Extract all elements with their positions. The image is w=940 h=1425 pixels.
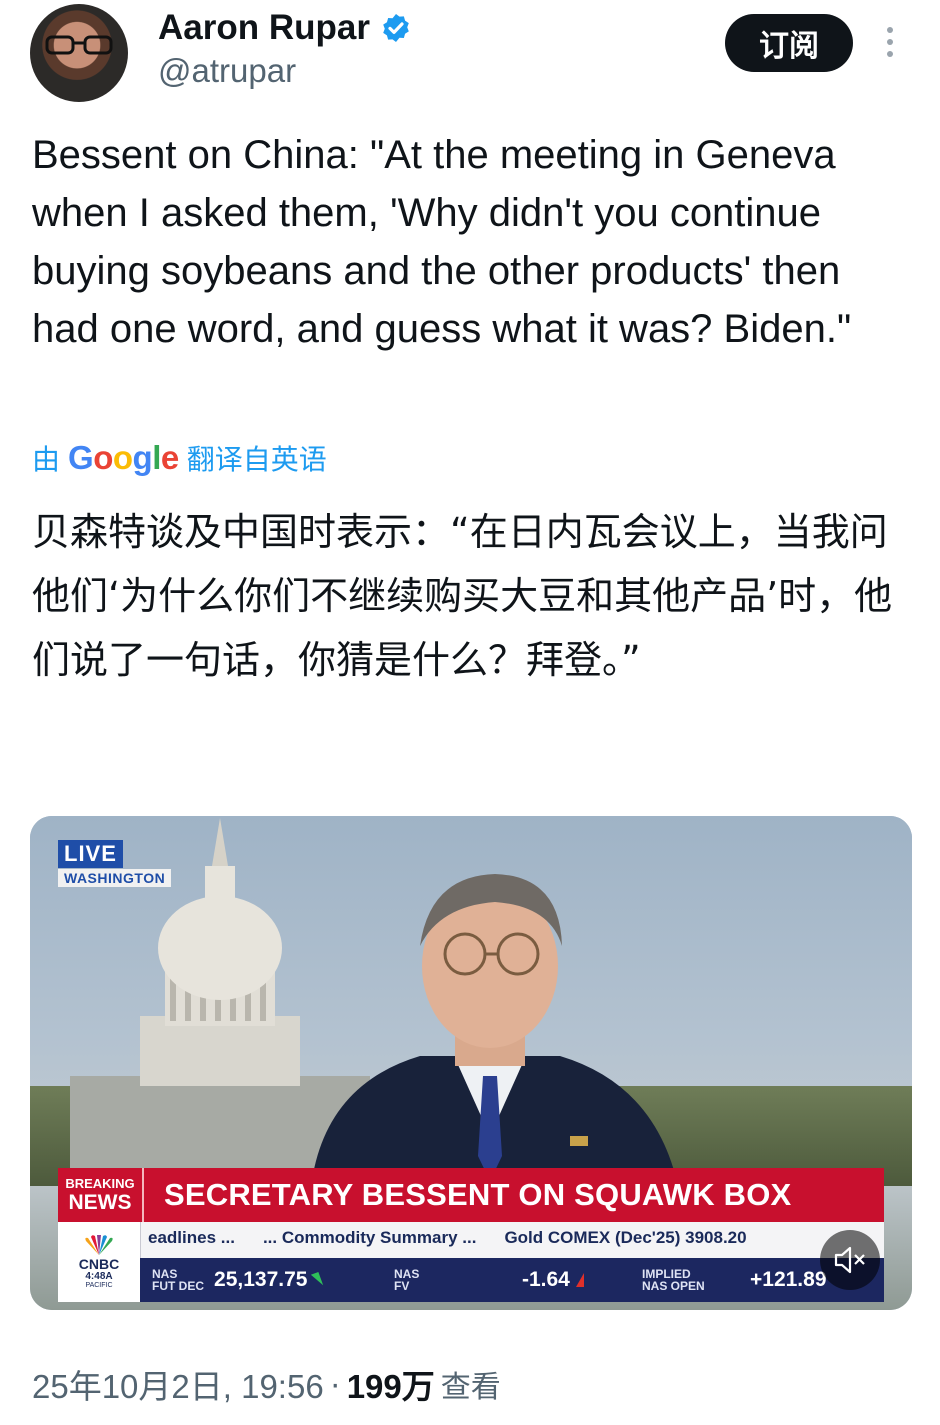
tweet-text: Bessent on China: "At the meeting in Gen… xyxy=(32,133,852,351)
cnbc-logo: CNBC 4:48A PACIFIC xyxy=(58,1222,141,1302)
crawl-item: ... Commodity Summary ... xyxy=(262,1228,477,1247)
author-name-row: Aaron Rupar xyxy=(158,8,412,48)
mute-button[interactable] xyxy=(820,1230,880,1290)
view-count-label: 查看 xyxy=(440,1370,501,1405)
google-logo: Google xyxy=(68,439,179,476)
news-ticker: CNBC 4:48A PACIFIC eadlines ... ... Comm… xyxy=(58,1222,884,1302)
quote-nas-fv: NAS FV -1.64 xyxy=(382,1258,630,1302)
live-label: LIVE xyxy=(58,840,123,868)
avatar-glasses-shape xyxy=(45,35,113,55)
live-badge: LIVE WASHINGTON xyxy=(58,840,172,887)
breaking-news-banner: BREAKING NEWS SECRETARY BESSENT ON SQUAW… xyxy=(58,1168,884,1222)
tweet-footer: 25年10月2日, 19:56 · 199万 查看 xyxy=(32,1360,501,1408)
quote-value: +121.89 xyxy=(750,1268,827,1291)
anchor-person-shape xyxy=(310,874,680,1196)
quote-value: 25,137.75 xyxy=(214,1268,308,1291)
live-location: WASHINGTON xyxy=(58,869,172,887)
quote-label: IMPLIED NAS OPEN xyxy=(630,1268,740,1292)
translated-text: 贝森特谈及中国时表示：“在日内瓦会议上，当我问他们‘为什么你们不继续购买大豆和其… xyxy=(32,510,893,682)
subscribe-button[interactable]: 订阅 xyxy=(725,14,853,72)
tweet-header: Aaron Rupar @atrupar 订阅 xyxy=(0,0,940,110)
crawl-item: eadlines ... xyxy=(148,1228,235,1247)
quote-label-line2-text: FUT xyxy=(152,1279,176,1293)
translation-prefix: 由 xyxy=(32,443,61,476)
more-vertical-icon[interactable] xyxy=(880,24,900,60)
mute-speaker-icon xyxy=(834,1246,865,1274)
breaking-line1: BREAKING xyxy=(65,1176,135,1191)
breaking-line2: NEWS xyxy=(68,1191,132,1214)
breaking-news-label: BREAKING NEWS xyxy=(58,1168,144,1222)
local-time: 4:48A xyxy=(85,1270,113,1282)
ticker-crawl: eadlines ... ... Commodity Summary ... G… xyxy=(148,1228,878,1254)
quote-sub: DEC xyxy=(178,1279,205,1293)
quote-value: -1.64 xyxy=(522,1268,570,1291)
quote-label-line2: FUT DEC xyxy=(140,1280,204,1292)
quote-label-line2: FV xyxy=(394,1279,410,1293)
translation-suffix: 翻译自英语 xyxy=(186,443,327,476)
crawl-item: Gold COMEX (Dec'25) 3908.20 xyxy=(504,1228,747,1247)
up-arrow-icon xyxy=(575,1273,584,1287)
banner-headline: SECRETARY BESSENT ON SQUAWK BOX xyxy=(164,1177,792,1212)
market-quotes: NAS FUT DEC 25,137.75 NAS FV -1.64 IMPLI… xyxy=(140,1258,884,1302)
view-count: 199万 xyxy=(346,1368,435,1405)
author-handle[interactable]: @atrupar xyxy=(158,52,296,90)
author-avatar[interactable] xyxy=(30,4,128,102)
video-player[interactable]: LIVE WASHINGTON BREAKING NEWS SECRETARY … xyxy=(30,816,912,1310)
peacock-icon xyxy=(85,1234,113,1255)
time-zone: PACIFIC xyxy=(85,1281,113,1289)
down-arrow-icon xyxy=(311,1272,324,1288)
quote-nas-fut: NAS FUT DEC 25,137.75 xyxy=(140,1258,382,1302)
quote-label-line2: NAS OPEN xyxy=(642,1279,705,1293)
translation-attribution[interactable]: 由 Google 翻译自英语 xyxy=(32,438,327,478)
footer-separator: · xyxy=(329,1365,341,1402)
post-timestamp[interactable]: 25年10月2日, 19:56 xyxy=(32,1360,324,1408)
quote-label: NAS FUT DEC xyxy=(140,1268,204,1292)
quote-label: NAS FV xyxy=(382,1268,512,1292)
author-name[interactable]: Aaron Rupar xyxy=(158,8,370,48)
network-name: CNBC xyxy=(78,1255,120,1272)
verified-badge-icon xyxy=(383,14,409,42)
